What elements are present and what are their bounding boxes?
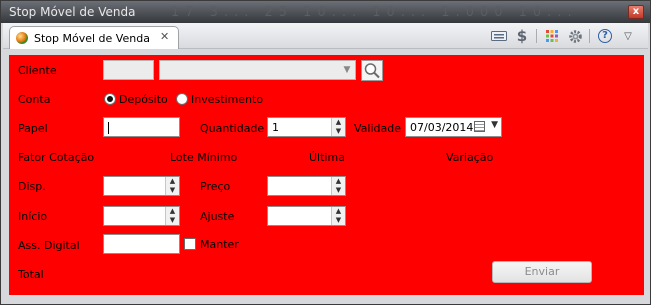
- grid-colors-icon[interactable]: [543, 28, 561, 44]
- stepper-arrows-icon[interactable]: ▲ ▼: [331, 177, 345, 195]
- papel-label: Papel: [18, 122, 48, 135]
- view-menu-chevron-icon[interactable]: ▽: [619, 28, 637, 44]
- quantidade-stepper[interactable]: 1 ▲ ▼: [267, 117, 346, 137]
- keyboard-icon[interactable]: [490, 28, 508, 44]
- preco-label: Preço: [200, 180, 231, 193]
- disp-label: Disp.: [18, 180, 46, 193]
- conta-deposito-radio[interactable]: [104, 93, 116, 105]
- cliente-code-field: [103, 60, 154, 80]
- cliente-label: Cliente: [18, 64, 57, 77]
- window-title: Stop Móvel de Venda: [9, 5, 136, 19]
- validade-label: Validade: [354, 122, 401, 135]
- manter-label[interactable]: Manter: [200, 238, 239, 251]
- papel-input[interactable]: [103, 117, 180, 137]
- tab-label: Stop Móvel de Venda: [34, 32, 150, 45]
- disp-stepper[interactable]: ▲ ▼: [103, 176, 180, 196]
- stepper-arrows-icon[interactable]: ▲ ▼: [331, 207, 345, 225]
- enviar-button[interactable]: Enviar: [492, 261, 592, 283]
- quantidade-label: Quantidade: [200, 122, 265, 135]
- lote-minimo-label: Lote Mínimo: [170, 151, 238, 164]
- background-ticker-text: 17 3... 25 10... 10... 1.000 10...: [171, 5, 578, 20]
- inicio-stepper[interactable]: ▲ ▼: [103, 206, 180, 226]
- conta-investimento-radio[interactable]: [176, 93, 188, 105]
- gear-icon[interactable]: [566, 28, 584, 44]
- fator-cotacao-label: Fator Cotação: [18, 151, 95, 164]
- tab-bar: Stop Móvel de Venda ✕ $ ? ▽: [3, 23, 648, 49]
- cliente-search-button[interactable]: [361, 60, 383, 81]
- preco-stepper[interactable]: ▲ ▼: [267, 176, 346, 196]
- tab-stop-movel-de-venda[interactable]: Stop Móvel de Venda ✕: [9, 26, 179, 49]
- variacao-label: Variação: [446, 151, 494, 164]
- help-icon[interactable]: ?: [596, 28, 614, 44]
- stepper-arrows-icon[interactable]: ▲ ▼: [331, 118, 345, 136]
- chevron-down-icon: ▼: [343, 65, 351, 75]
- stepper-arrows-icon[interactable]: ▲ ▼: [165, 177, 179, 195]
- conta-label: Conta: [18, 93, 51, 106]
- ass-digital-input[interactable]: [103, 234, 180, 254]
- app-orb-icon: [16, 32, 28, 44]
- search-icon: [364, 63, 380, 79]
- inicio-label: Início: [18, 210, 48, 223]
- tab-close-icon[interactable]: ✕: [160, 30, 169, 43]
- window-close-button[interactable]: x: [628, 5, 644, 19]
- ajuste-label: Ajuste: [200, 210, 235, 223]
- text-caret: [108, 122, 109, 134]
- ass-digital-label: Ass. Digital: [18, 239, 80, 252]
- toolbar-separator: [536, 29, 537, 43]
- order-form-panel: Cliente ▼ Conta Depósito Investimento Pa…: [9, 55, 644, 295]
- stepper-arrows-icon[interactable]: ▲ ▼: [165, 207, 179, 225]
- total-label: Total: [18, 268, 44, 281]
- conta-deposito-label[interactable]: Depósito: [119, 93, 168, 106]
- calendar-icon[interactable]: [474, 121, 485, 132]
- manter-checkbox[interactable]: [184, 238, 196, 250]
- ultima-label: Última: [309, 151, 345, 164]
- validade-date-picker[interactable]: 07/03/2014 ▼: [405, 117, 502, 137]
- toolbar-separator: [589, 29, 590, 43]
- chevron-down-icon[interactable]: ▼: [491, 120, 498, 130]
- cliente-name-dropdown: ▼: [159, 60, 356, 80]
- title-bar[interactable]: Stop Móvel de Venda 17 3... 25 10... 10.…: [1, 1, 650, 23]
- app-window: Stop Móvel de Venda 17 3... 25 10... 10.…: [0, 0, 651, 305]
- dollar-icon[interactable]: $: [513, 27, 531, 45]
- ajuste-stepper[interactable]: ▲ ▼: [267, 206, 346, 226]
- conta-investimento-label[interactable]: Investimento: [191, 93, 263, 106]
